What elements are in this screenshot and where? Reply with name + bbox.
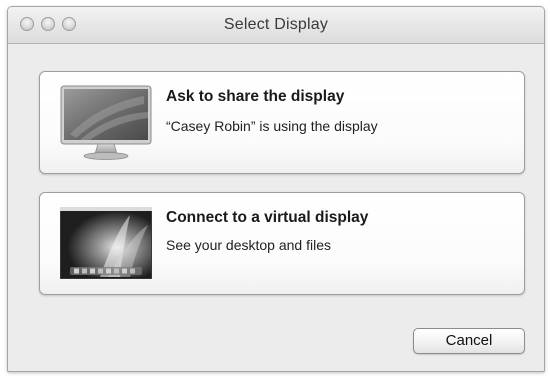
- share-display-heading: Ask to share the display: [166, 88, 345, 105]
- window-title: Select Display: [223, 16, 329, 33]
- share-display-option[interactable]: Ask to share the display “Casey Robin” i…: [39, 71, 525, 174]
- monitor-icon: [60, 85, 152, 160]
- desktop-wallpaper-icon: [60, 207, 152, 279]
- title-bar: Select Display: [8, 7, 544, 44]
- select-display-window: Select Display Ask to share the display …: [7, 6, 545, 372]
- share-display-description: “Casey Robin” is using the display: [166, 118, 378, 134]
- cancel-button[interactable]: Cancel: [413, 328, 525, 354]
- virtual-display-heading: Connect to a virtual display: [166, 209, 369, 226]
- virtual-display-option[interactable]: Connect to a virtual display See your de…: [39, 192, 525, 295]
- virtual-display-description: See your desktop and files: [166, 237, 331, 253]
